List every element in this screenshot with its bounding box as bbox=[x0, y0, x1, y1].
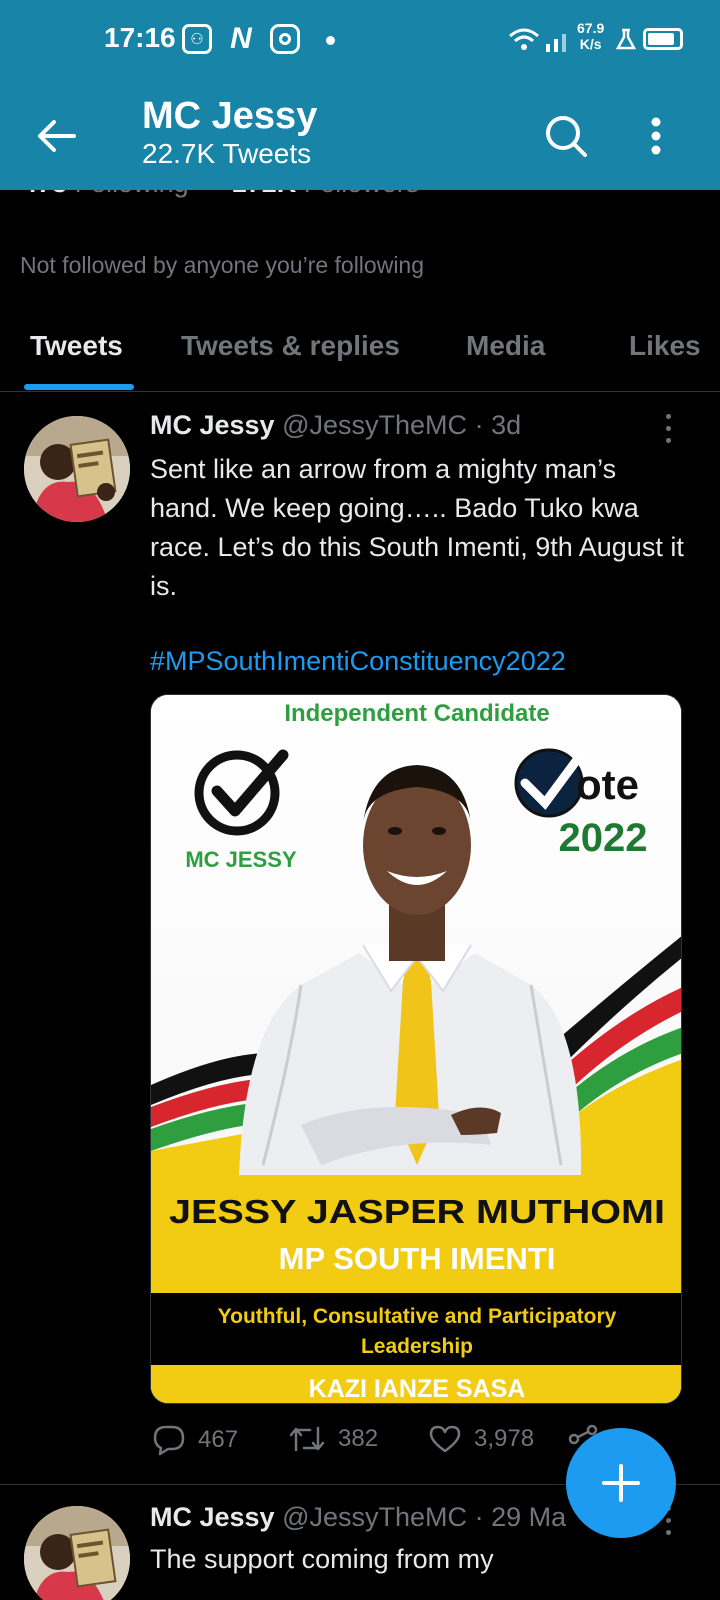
plus-icon bbox=[602, 1464, 640, 1502]
page-title: MC Jessy bbox=[142, 95, 318, 137]
profile-tabs: Tweets Tweets & replies Media Likes bbox=[0, 320, 720, 392]
retweet-button[interactable]: 382 bbox=[288, 1424, 378, 1454]
avatar[interactable] bbox=[24, 416, 130, 522]
vote-text: ote bbox=[576, 761, 639, 808]
retweet-icon bbox=[289, 1426, 325, 1452]
app-notification-icon: ⚇ bbox=[182, 24, 212, 54]
avatar-photo bbox=[24, 416, 130, 522]
avatar[interactable] bbox=[24, 1506, 130, 1600]
tab-media[interactable]: Media bbox=[466, 330, 545, 362]
tab-likes[interactable]: Likes bbox=[629, 330, 701, 362]
tweet-count: 22.7K Tweets bbox=[142, 138, 312, 169]
wifi-signal-icon bbox=[509, 28, 566, 52]
poster-header: Independent Candidate bbox=[284, 700, 549, 727]
reply-button[interactable]: 467 bbox=[152, 1424, 238, 1456]
app-header: 17:16 ⚇ N 67.9 K/s MC Jessy 22.7K Tweets bbox=[0, 0, 720, 190]
tab-tweets[interactable]: Tweets bbox=[30, 330, 123, 362]
retweet-count: 382 bbox=[338, 1425, 379, 1452]
more-notifications-dot bbox=[326, 36, 335, 45]
avatar-photo bbox=[24, 1506, 130, 1600]
like-count: 3,978 bbox=[474, 1425, 535, 1452]
tweet-hashtag[interactable]: #MPSouthImentiConstituency2022 bbox=[150, 646, 566, 677]
network-speed: 67.9 K/s bbox=[577, 20, 605, 52]
search-icon bbox=[546, 116, 587, 157]
tweet-time: 3d bbox=[491, 410, 522, 440]
poster-seat: MP SOUTH IMENTI bbox=[279, 1241, 556, 1276]
more-options-button[interactable] bbox=[628, 108, 684, 164]
poster-candidate-name: JESSY JASPER MUTHOMI bbox=[169, 1193, 665, 1230]
tab-tweets-replies[interactable]: Tweets & replies bbox=[181, 330, 400, 362]
poster-tagline-line2: Leadership bbox=[361, 1335, 473, 1358]
tweet-author-name[interactable]: MC Jessy bbox=[150, 410, 275, 440]
tweet-author-name[interactable]: MC Jessy bbox=[150, 1502, 275, 1532]
tweet-text: Sent like an arrow from a mighty man’s h… bbox=[150, 454, 684, 601]
search-button[interactable] bbox=[538, 108, 594, 164]
status-bar: 17:16 ⚇ N 67.9 K/s bbox=[0, 0, 720, 80]
vertical-dots-icon bbox=[651, 117, 661, 155]
tweet-more-button[interactable] bbox=[656, 410, 680, 446]
campaign-poster: Independent Candidate MC JESSY ote 2022 bbox=[151, 695, 681, 1403]
instagram-icon bbox=[270, 24, 300, 54]
tweet-header: MC Jessy @JessyTheMC · 29 Ma bbox=[150, 1502, 567, 1532]
tweet-author-handle[interactable]: @JessyTheMC bbox=[282, 1502, 467, 1532]
reply-icon bbox=[153, 1425, 185, 1456]
tweet-header: MC Jessy @JessyTheMC · 3d bbox=[150, 410, 522, 440]
tweet-text: The support coming from my bbox=[150, 1544, 494, 1574]
tweet-time: 29 Ma bbox=[491, 1502, 567, 1532]
back-arrow-icon bbox=[38, 120, 76, 152]
tweet-media-image[interactable]: Independent Candidate MC JESSY ote 2022 bbox=[150, 694, 682, 1404]
reply-count: 467 bbox=[198, 1426, 239, 1453]
back-button[interactable] bbox=[28, 108, 84, 164]
status-time: 17:16 bbox=[104, 22, 176, 53]
battery-icon bbox=[643, 28, 683, 50]
heart-icon bbox=[429, 1425, 461, 1453]
active-tab-indicator bbox=[24, 384, 134, 390]
n-app-icon: N bbox=[230, 22, 252, 55]
compose-tweet-button[interactable] bbox=[566, 1428, 676, 1538]
header-title-block: MC Jessy 22.7K Tweets bbox=[142, 94, 317, 170]
tweet-author-handle[interactable]: @JessyTheMC bbox=[282, 410, 467, 440]
poster-tagline-line1: Youthful, Consultative and Participatory bbox=[218, 1305, 617, 1328]
poster-brand: MC JESSY bbox=[185, 847, 297, 872]
flask-icon bbox=[615, 28, 637, 50]
poster-slogan: KAZI IANZE SASA bbox=[309, 1375, 526, 1403]
vote-year: 2022 bbox=[559, 816, 648, 860]
not-followed-note: Not followed by anyone you’re following bbox=[20, 252, 425, 278]
like-button[interactable]: 3,978 bbox=[428, 1424, 534, 1454]
